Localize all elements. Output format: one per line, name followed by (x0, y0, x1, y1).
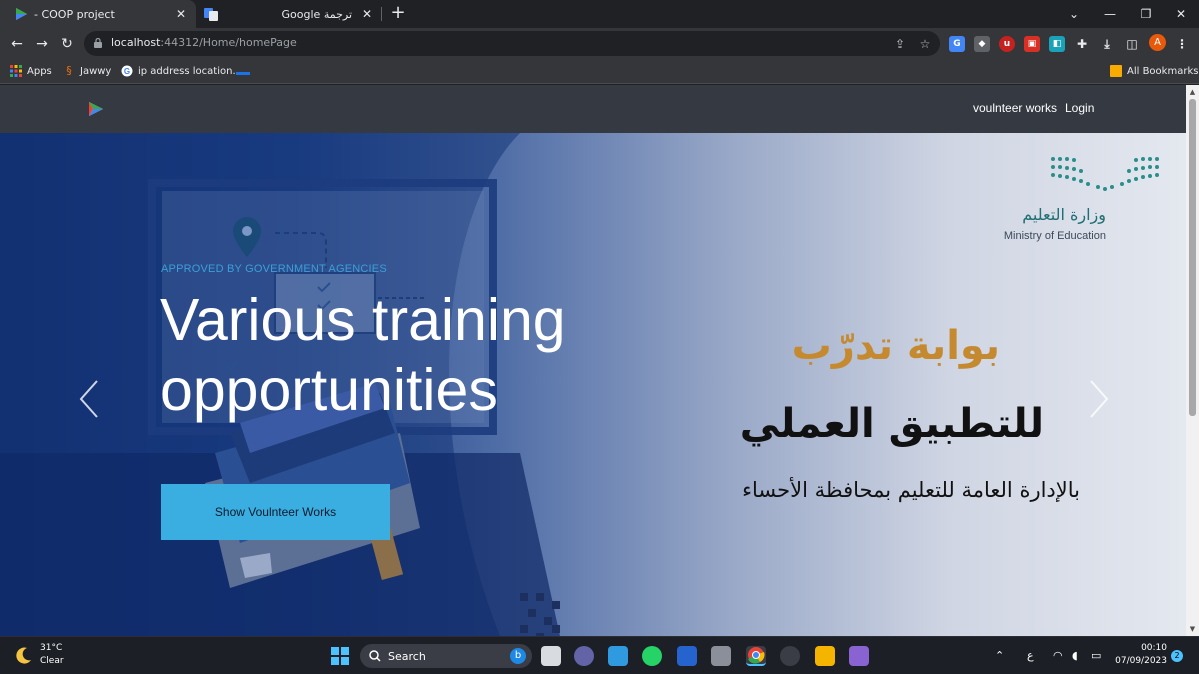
minimize-button[interactable]: — (1092, 0, 1128, 28)
calculator-icon[interactable] (711, 646, 731, 666)
red-extension-icon[interactable]: ▣ (1024, 36, 1040, 52)
tab-separator (381, 7, 382, 21)
ublock-extension-icon[interactable]: u (999, 36, 1015, 52)
show-volunteer-works-button[interactable]: Show Voulnteer Works (161, 484, 390, 540)
google-icon: G (121, 65, 133, 77)
bookmarks-bar: Apps § Jawwy G ip address location... Al… (0, 59, 1199, 84)
jawwy-icon: § (66, 64, 72, 77)
download-icon[interactable]: ⤓ (1099, 36, 1115, 52)
carousel-next-icon[interactable] (1087, 377, 1111, 421)
restore-button[interactable]: ❐ (1128, 0, 1164, 28)
volume-icon[interactable]: ◖ (1072, 649, 1078, 662)
bookmark-favicon-icon (236, 71, 250, 75)
hero-eyebrow: APPROVED BY GOVERNMENT AGENCIES (161, 263, 387, 275)
svg-text:G: G (124, 67, 130, 76)
portal-department-arabic: بالإدارة العامة للتعليم بمحافظة الأحساء (742, 478, 1080, 502)
scroll-down-icon[interactable]: ▼ (1189, 625, 1196, 633)
app-icon-yellow[interactable] (815, 646, 835, 666)
teams-chat-icon[interactable] (574, 646, 594, 666)
speedometer-icon[interactable] (780, 646, 800, 666)
windows-start-icon[interactable] (331, 647, 349, 665)
forward-button[interactable]: → (30, 32, 54, 56)
nav-login-link[interactable]: Login (1065, 101, 1094, 115)
desktop-icon[interactable] (608, 646, 628, 666)
input-language[interactable]: ع (1027, 649, 1034, 662)
close-window-button[interactable]: ✕ (1163, 0, 1199, 28)
portal-subtitle-arabic: للتطبيق العملي (739, 401, 1044, 447)
whatsapp-icon[interactable] (642, 646, 662, 666)
scroll-up-icon[interactable]: ▲ (1189, 88, 1196, 96)
url-host: localhost (111, 36, 161, 49)
ministry-name-english: Ministry of Education (1003, 230, 1106, 242)
tab-google-translate[interactable]: Google ترجمة ✕ (196, 0, 382, 28)
search-label: Search (388, 650, 426, 663)
bookmark-ip-location[interactable]: G ip address location... (121, 64, 242, 78)
bookmark-star-icon[interactable]: ☆ (917, 36, 933, 52)
all-bookmarks-button[interactable]: All Bookmarks (1110, 64, 1198, 78)
weather-temperature[interactable]: 31°C (40, 643, 62, 653)
weather-condition[interactable]: Clear (40, 656, 64, 666)
teal-extension-icon[interactable]: ◧ (1049, 36, 1065, 52)
address-bar[interactable]: localhost:44312/Home/homePage ⇪ ☆ (84, 31, 940, 56)
search-icon (369, 650, 381, 662)
wifi-icon[interactable]: ◠ (1053, 649, 1063, 662)
apps-grid-icon (10, 65, 22, 77)
tab-title: - COOP project (34, 7, 115, 21)
url-text: localhost:44312/Home/homePage (111, 36, 297, 49)
bookmark-label: Apps (27, 65, 52, 77)
url-path: :44312/Home/homePage (160, 36, 297, 49)
nav-volunteer-works-link[interactable]: voulnteer works (973, 101, 1057, 115)
side-panel-icon[interactable]: ◫ (1124, 36, 1140, 52)
back-button[interactable]: ← (5, 32, 29, 56)
tab-close-icon[interactable]: ✕ (360, 7, 374, 21)
bookmark-apps[interactable]: Apps (10, 64, 52, 78)
bookmark-unnamed[interactable] (236, 64, 255, 78)
menu-kebab-icon[interactable]: ⋮ (1174, 36, 1190, 52)
ministry-name-arabic: وزارة التعليم (1022, 205, 1106, 224)
portal-title-arabic: بوابة تدرّب (791, 323, 1000, 369)
new-tab-button[interactable]: + (388, 3, 408, 23)
task-view-icon[interactable] (541, 646, 561, 666)
scrollbar-thumb[interactable] (1189, 99, 1196, 416)
site-navbar: voulnteer works Login (0, 85, 1186, 133)
tab-strip: - COOP project ✕ Google ترجمة ✕ + ⌄ — ❐ … (0, 0, 1199, 28)
browser-toolbar: ← → ↻ localhost:44312/Home/homePage ⇪ ☆ … (0, 28, 1199, 59)
folder-icon (1110, 65, 1122, 77)
tab-title: Google ترجمة (281, 7, 352, 21)
page-scrollbar[interactable]: ▲ ▼ (1186, 85, 1199, 636)
hero-carousel: APPROVED BY GOVERNMENT AGENCIES Various … (0, 133, 1186, 636)
translate-extension-icon[interactable]: G (949, 36, 965, 52)
all-bookmarks-label: All Bookmarks (1127, 65, 1199, 77)
clock-date[interactable]: 07/09/2023 (1110, 656, 1167, 666)
site-logo-icon[interactable] (88, 101, 104, 117)
windows-taskbar: 31°C Clear Search b ⌃ ع ◠ ◖ ▭ 00:10 07/0… (0, 636, 1199, 674)
translate-icon (204, 7, 218, 21)
extensions-puzzle-icon[interactable]: ✚ (1074, 36, 1090, 52)
bookmark-label: ip address location... (138, 65, 242, 77)
moon-weather-icon[interactable] (15, 646, 33, 664)
bookmark-label: Jawwy (80, 65, 112, 77)
play-logo-icon (14, 7, 28, 21)
todo-icon[interactable] (677, 646, 697, 666)
clock-time[interactable]: 00:10 (1117, 643, 1167, 653)
tab-close-icon[interactable]: ✕ (174, 7, 188, 21)
profile-avatar[interactable]: A (1149, 34, 1166, 51)
bing-icon: b (510, 648, 526, 664)
battery-icon[interactable]: ▭ (1091, 649, 1101, 662)
carousel-prev-icon[interactable] (77, 377, 101, 421)
reload-button[interactable]: ↻ (55, 32, 79, 56)
chrome-taskbar-icon[interactable] (746, 646, 766, 666)
share-icon[interactable]: ⇪ (892, 36, 908, 52)
lock-icon[interactable] (94, 38, 102, 48)
notification-badge[interactable]: 2 (1171, 650, 1183, 662)
shield-extension-icon[interactable]: ◆ (974, 36, 990, 52)
web-page: voulnteer works Login APPROVED BY GOVERN… (0, 85, 1186, 636)
show-hidden-icons-icon[interactable]: ⌃ (995, 649, 1004, 662)
tab-search-icon[interactable]: ⌄ (1056, 0, 1092, 28)
visual-studio-icon[interactable] (849, 646, 869, 666)
tab-coop-project[interactable]: - COOP project ✕ (0, 0, 196, 28)
taskbar-search[interactable]: Search b (360, 644, 532, 668)
bookmark-jawwy[interactable]: § Jawwy (63, 64, 111, 78)
